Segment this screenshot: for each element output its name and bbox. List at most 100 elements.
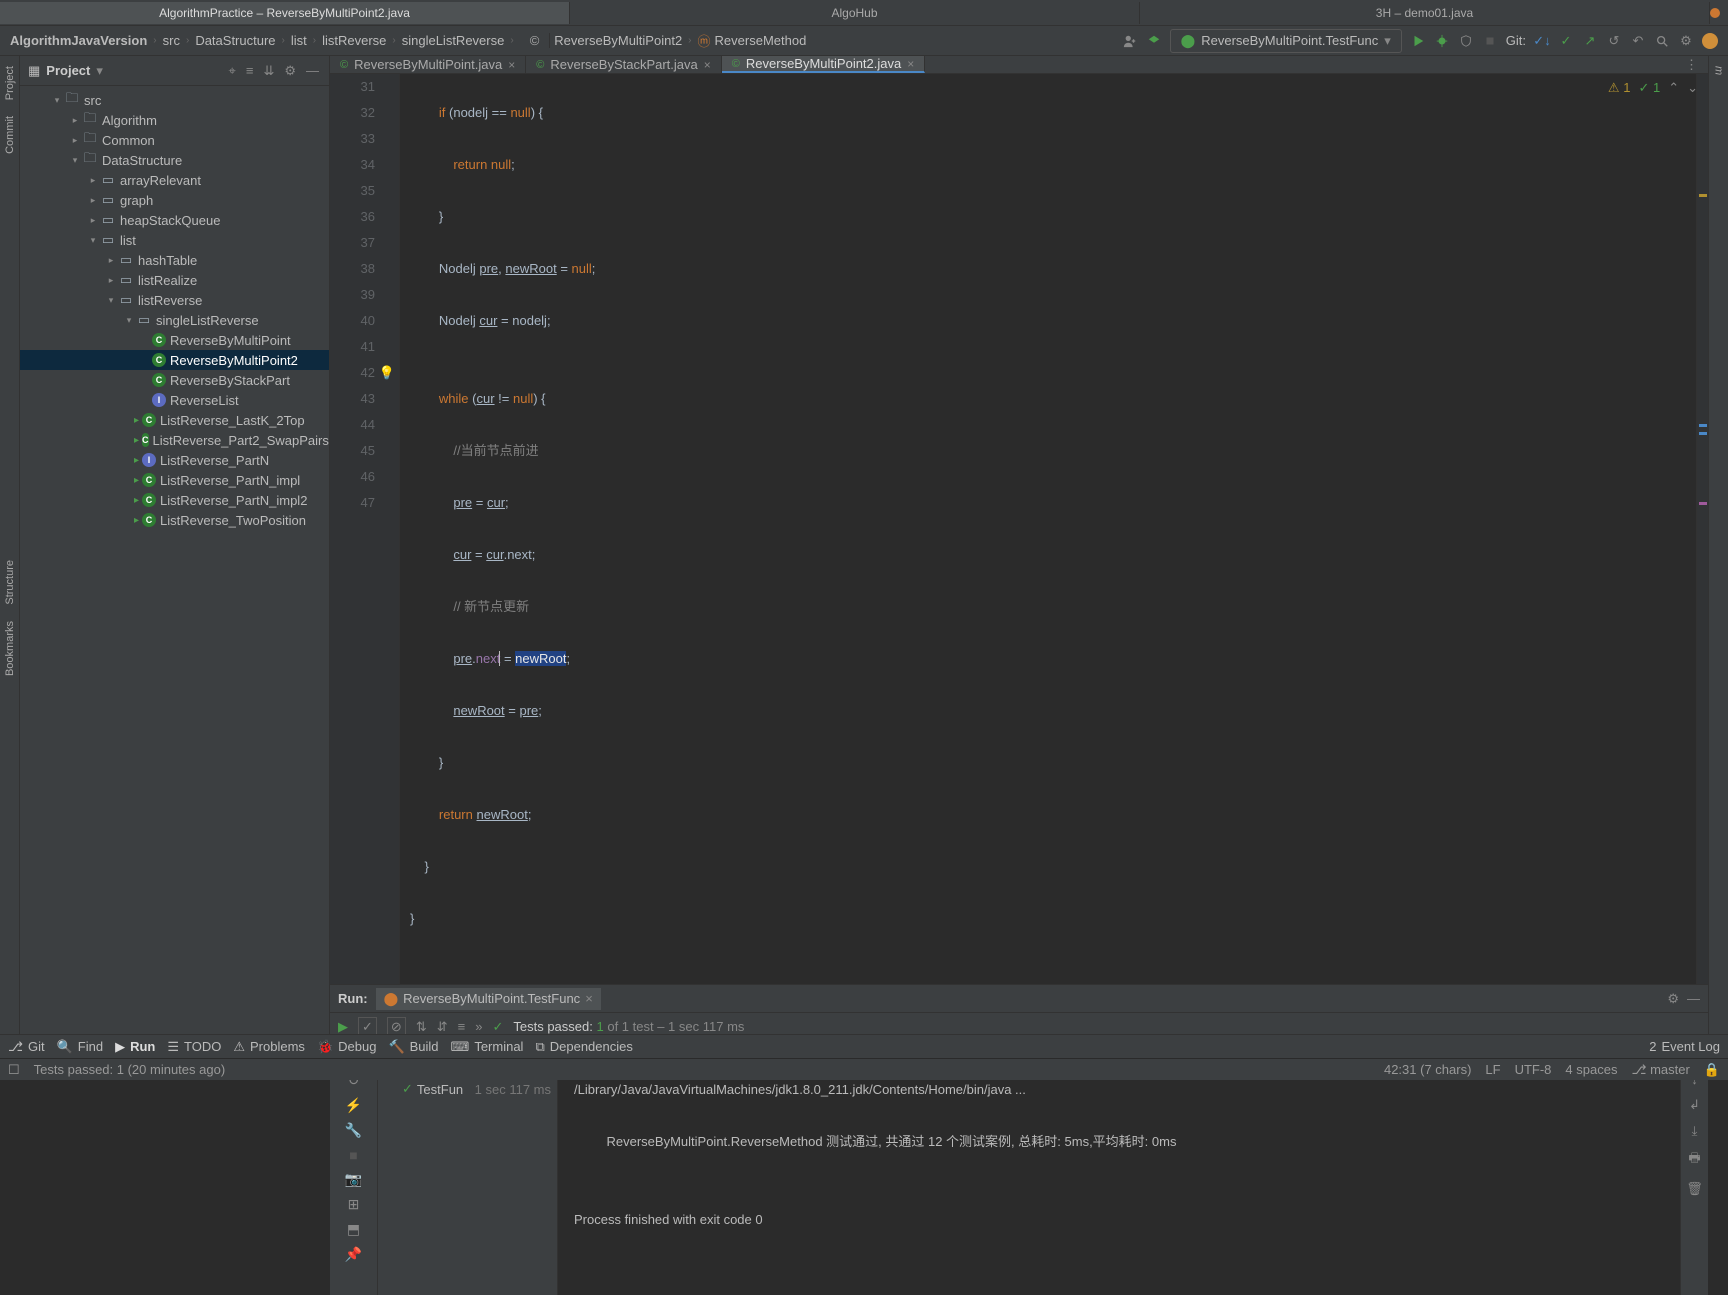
- git-toolwindow[interactable]: ⎇Git: [8, 1039, 45, 1055]
- expand-icon[interactable]: ≡: [458, 1019, 466, 1034]
- terminal-toolwindow[interactable]: ⌨Terminal: [451, 1039, 524, 1055]
- marker-strip[interactable]: [1696, 74, 1708, 984]
- run-hide-icon[interactable]: —: [1687, 991, 1700, 1006]
- git-revert-icon[interactable]: ↶: [1630, 33, 1646, 49]
- line-ending[interactable]: LF: [1485, 1062, 1500, 1077]
- project-view-icon[interactable]: ▦: [28, 63, 40, 79]
- settings-icon[interactable]: ⚙: [1678, 33, 1694, 49]
- editor-tabs-more-icon[interactable]: ⋮: [1675, 57, 1708, 73]
- project-tree[interactable]: ▾🗀src ▸🗀Algorithm ▸🗀Common ▾🗀DataStructu…: [20, 86, 329, 1034]
- close-icon[interactable]: ×: [508, 58, 515, 72]
- crumb-listreverse[interactable]: listReverse: [322, 33, 386, 48]
- lock-icon[interactable]: 🔒: [1704, 1062, 1720, 1078]
- project-view-dropdown[interactable]: ▾: [96, 63, 103, 79]
- more-icon[interactable]: »: [475, 1019, 482, 1034]
- run-config-selector[interactable]: ⬤ReverseByMultiPoint.TestFunc▾: [1170, 29, 1402, 53]
- avatar-icon[interactable]: [1702, 33, 1718, 49]
- indent-setting[interactable]: 4 spaces: [1565, 1062, 1617, 1077]
- close-icon[interactable]: ×: [907, 57, 914, 71]
- git-label: Git:: [1506, 33, 1526, 48]
- wrench-icon[interactable]: 🔧: [345, 1122, 362, 1139]
- pin-icon[interactable]: 📌: [345, 1246, 362, 1263]
- commit-toolwindow-button[interactable]: Commit: [4, 116, 16, 154]
- project-title: Project: [46, 63, 90, 78]
- eventlog-toolwindow[interactable]: 2Event Log: [1649, 1039, 1720, 1054]
- editor-tab-1[interactable]: ©ReverseByMultiPoint.java×: [330, 56, 526, 73]
- breadcrumb: AlgorithmJavaVersion› src› DataStructure…: [10, 31, 1122, 50]
- git-push-icon[interactable]: ↗: [1582, 33, 1598, 49]
- dump-icon[interactable]: 📷: [345, 1171, 362, 1188]
- find-icon: 🔍: [57, 1039, 73, 1055]
- crumb-src[interactable]: src: [163, 33, 180, 48]
- crumb-datastructure[interactable]: DataStructure: [195, 33, 275, 48]
- main-toolbar: AlgorithmJavaVersion› src› DataStructure…: [0, 26, 1728, 56]
- status-bar: ☐ Tests passed: 1 (20 minutes ago) 42:31…: [0, 1058, 1728, 1080]
- settings-icon[interactable]: ⚙: [282, 63, 298, 79]
- run-toolwindow[interactable]: ▶Run: [115, 1039, 155, 1055]
- collapse-all-icon[interactable]: ⇊: [261, 63, 276, 79]
- inspection-widget[interactable]: ⚠ 1 ✓ 1 ⌃ ⌄: [1608, 80, 1698, 96]
- crumb-singlelistreverse[interactable]: singleListReverse: [402, 33, 505, 48]
- structure-toolwindow-button[interactable]: Structure: [4, 560, 16, 605]
- git-branch[interactable]: ⎇ master: [1631, 1062, 1689, 1078]
- todo-toolwindow[interactable]: ☰TODO: [167, 1039, 221, 1055]
- intention-bulb-icon[interactable]: 💡: [379, 360, 395, 386]
- maven-toolwindow-button[interactable]: m: [1713, 66, 1725, 75]
- scroll-icon[interactable]: ⤓: [1692, 1123, 1698, 1139]
- clear-icon[interactable]: 🗑: [1686, 1181, 1703, 1197]
- window-tab-3[interactable]: 3H – demo01.java: [1140, 2, 1710, 24]
- debug-icon[interactable]: [1434, 33, 1450, 49]
- toggle-auto-icon[interactable]: ⚡: [345, 1097, 362, 1114]
- find-toolwindow[interactable]: 🔍Find: [57, 1039, 103, 1055]
- locate-icon[interactable]: ⌖: [227, 63, 238, 79]
- build-toolwindow[interactable]: 🔨Build: [388, 1039, 438, 1055]
- debug-toolwindow[interactable]: 🐞Debug: [317, 1039, 377, 1055]
- export-icon[interactable]: ⬒: [347, 1221, 360, 1238]
- run-icon[interactable]: [1410, 33, 1426, 49]
- code-editor[interactable]: 31 32 33 34 35 36 37 38 39 40 41 42 43 4…: [330, 74, 1708, 984]
- crumb-method[interactable]: ⓜ ReverseMethod: [698, 31, 807, 50]
- sort2-icon[interactable]: ⇵: [437, 1019, 448, 1035]
- sort-icon[interactable]: ⇅: [416, 1019, 427, 1035]
- problems-toolwindow[interactable]: ⚠Problems: [233, 1039, 305, 1055]
- os-titlebar: AlgorithmPractice – ReverseByMultiPoint2…: [0, 0, 1728, 26]
- coverage-icon[interactable]: [1458, 33, 1474, 49]
- rerun-icon[interactable]: ▶: [338, 1019, 348, 1035]
- project-panel: ▦ Project ▾ ⌖ ≡ ⇊ ⚙ — ▾🗀src ▸🗀Algorithm …: [20, 56, 330, 1034]
- window-tab-2[interactable]: AlgoHub: [570, 2, 1140, 24]
- hide-icon[interactable]: —: [304, 63, 321, 78]
- project-toolwindow-button[interactable]: Project: [4, 66, 16, 100]
- print-icon[interactable]: 🖶: [1688, 1149, 1700, 1171]
- git-commit-icon[interactable]: ✓: [1558, 33, 1574, 49]
- close-icon[interactable]: ×: [704, 58, 711, 72]
- warning-icon[interactable]: ⚠ 1: [1608, 80, 1631, 96]
- bookmarks-toolwindow-button[interactable]: Bookmarks: [4, 621, 16, 676]
- search-icon[interactable]: [1654, 33, 1670, 49]
- git-history-icon[interactable]: ↺: [1606, 33, 1622, 49]
- file-encoding[interactable]: UTF-8: [1515, 1062, 1552, 1077]
- add-user-icon[interactable]: [1122, 33, 1138, 49]
- crumb-class[interactable]: © ReverseByMultiPoint2: [520, 33, 682, 48]
- prev-highlight-icon[interactable]: ⌃: [1668, 80, 1679, 96]
- cursor-position[interactable]: 42:31 (7 chars): [1384, 1062, 1471, 1077]
- build-icon[interactable]: [1146, 33, 1162, 49]
- layout-icon[interactable]: ⊞: [348, 1196, 360, 1213]
- tests-passed-label: Tests passed: 1 of 1 test – 1 sec 117 ms: [513, 1019, 744, 1034]
- branch-icon: ⎇: [1631, 1062, 1646, 1077]
- run-settings-icon[interactable]: ⚙: [1667, 991, 1679, 1007]
- crumb-list[interactable]: list: [291, 33, 307, 48]
- run-tab[interactable]: ⬤ReverseByMultiPoint.TestFunc×: [376, 988, 601, 1010]
- editor-tab-2[interactable]: ©ReverseByStackPart.java×: [526, 56, 722, 73]
- window-tab-1[interactable]: AlgorithmPractice – ReverseByMultiPoint2…: [0, 2, 570, 24]
- ok-icon[interactable]: ✓ 1: [1638, 80, 1660, 96]
- dependencies-toolwindow[interactable]: ⧉Dependencies: [535, 1039, 632, 1055]
- editor-tab-3[interactable]: ©ReverseByMultiPoint2.java×: [722, 56, 925, 73]
- crumb-root[interactable]: AlgorithmJavaVersion: [10, 33, 147, 48]
- wrap-icon[interactable]: ↲: [1689, 1097, 1700, 1113]
- todo-icon: ☰: [167, 1039, 179, 1055]
- expand-all-icon[interactable]: ≡: [244, 63, 256, 78]
- code-content[interactable]: if (nodelj == null) { return null; } Nod…: [400, 74, 1696, 984]
- git-update-icon[interactable]: ✓↓: [1534, 33, 1550, 49]
- check-icon: ✓: [492, 1019, 503, 1035]
- line-gutter: 31 32 33 34 35 36 37 38 39 40 41 42 43 4…: [330, 74, 400, 984]
